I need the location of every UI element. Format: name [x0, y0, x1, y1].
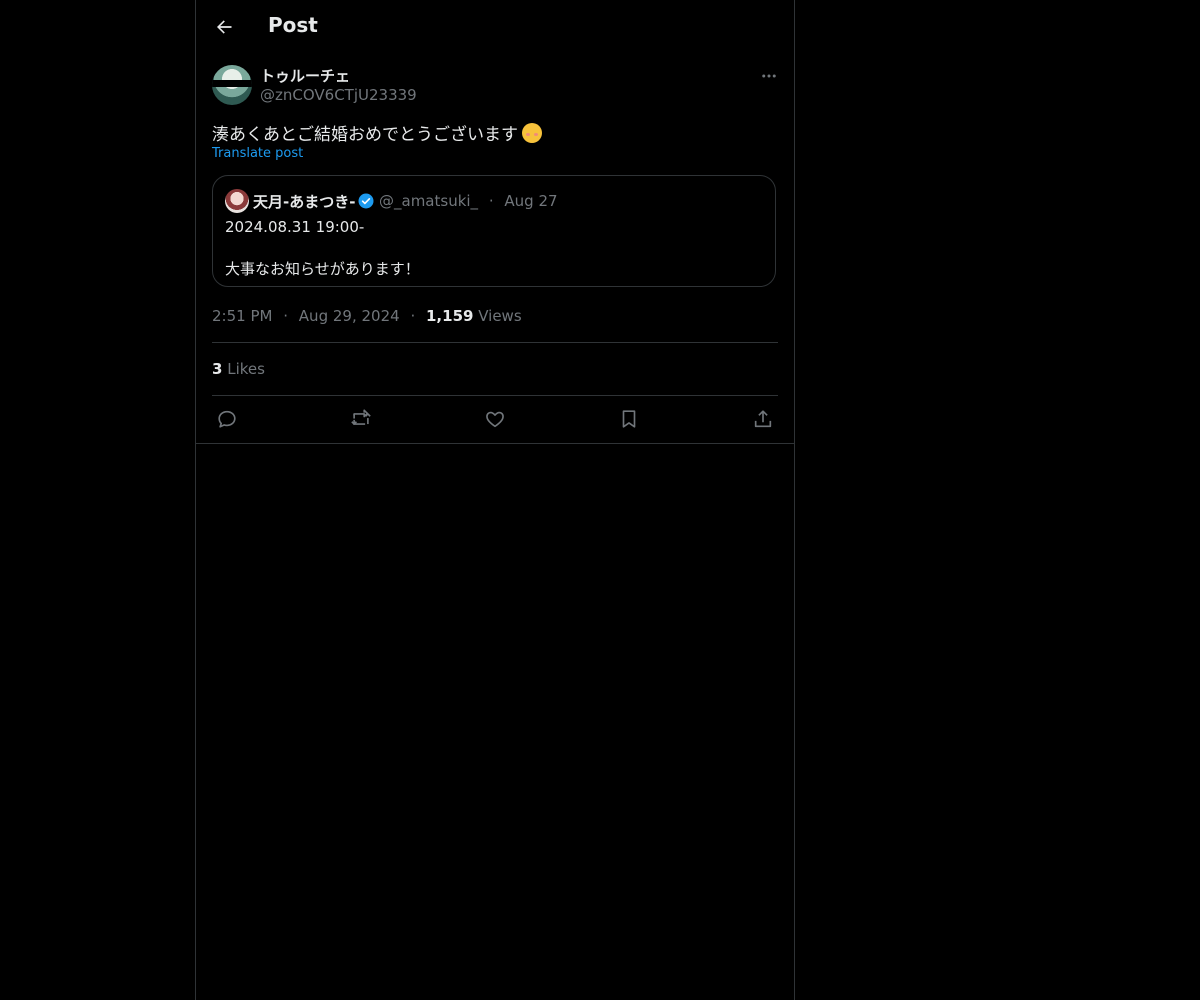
like-button[interactable]: [480, 405, 510, 433]
author-avatar[interactable]: [212, 65, 252, 105]
post-body: 湊あくあとご結婚おめでとうございます: [212, 125, 518, 145]
quoted-handle: @_amatsuki_: [379, 192, 479, 210]
share-button[interactable]: [748, 405, 778, 433]
divider: [196, 443, 794, 444]
quoted-author-name: 天月-あまつき-: [253, 193, 356, 211]
bookmark-icon: [622, 410, 636, 428]
quoted-meta: @_amatsuki_ · Aug 27: [379, 192, 558, 210]
verified-badge-icon: [358, 193, 374, 209]
post-text: 湊あくあとご結婚おめでとうございます: [212, 120, 542, 145]
divider: [212, 395, 778, 396]
likes-label: Likes: [227, 360, 265, 378]
more-icon: [762, 74, 776, 78]
likes-count: 3: [212, 360, 223, 378]
separator: ·: [488, 192, 494, 210]
post-metadata: 2:51 PM · Aug 29, 2024 · 1,159 Views: [212, 307, 522, 325]
arrow-left-icon: [217, 20, 232, 34]
quoted-text-line2: 大事なお知らせがあります！: [225, 260, 420, 278]
page-title: Post: [268, 13, 318, 37]
quoted-text-line1: 2024.08.31 19:00-: [225, 218, 365, 236]
top-bar: Post: [196, 0, 794, 54]
more-options-button[interactable]: [756, 63, 782, 89]
repost-icon: [351, 409, 371, 425]
like-icon: [486, 411, 504, 428]
author-handle[interactable]: @znCOV6CTjU23339: [260, 86, 417, 104]
share-icon: [754, 410, 772, 428]
reply-icon: [218, 410, 236, 428]
reply-button[interactable]: [212, 405, 242, 433]
post-time[interactable]: 2:51 PM: [212, 307, 272, 325]
translate-post-link[interactable]: Translate post: [212, 146, 303, 161]
bookmark-button[interactable]: [614, 405, 644, 433]
back-button[interactable]: [208, 11, 240, 43]
repost-button[interactable]: [346, 405, 376, 433]
smiling-blushing-emoji-icon: [522, 122, 542, 143]
main-column: Post トゥルーチェ @znCOV6CTjU23339 湊あくあとご結婚おめで…: [195, 0, 795, 1000]
quoted-post[interactable]: 天月-あまつき- @_amatsuki_ · Aug 27 2024.08.31…: [212, 175, 776, 287]
divider: [212, 342, 778, 343]
quoted-date: Aug 27: [504, 192, 558, 210]
action-bar: [212, 405, 778, 433]
views-label: Views: [478, 307, 522, 325]
separator: ·: [283, 307, 289, 325]
post-date[interactable]: Aug 29, 2024: [299, 307, 400, 325]
author-display-name[interactable]: トゥルーチェ: [260, 65, 350, 86]
likes-summary[interactable]: 3 Likes: [212, 360, 265, 378]
separator: ·: [410, 307, 416, 325]
views-count: 1,159: [426, 307, 474, 325]
quoted-author-avatar: [225, 189, 249, 213]
